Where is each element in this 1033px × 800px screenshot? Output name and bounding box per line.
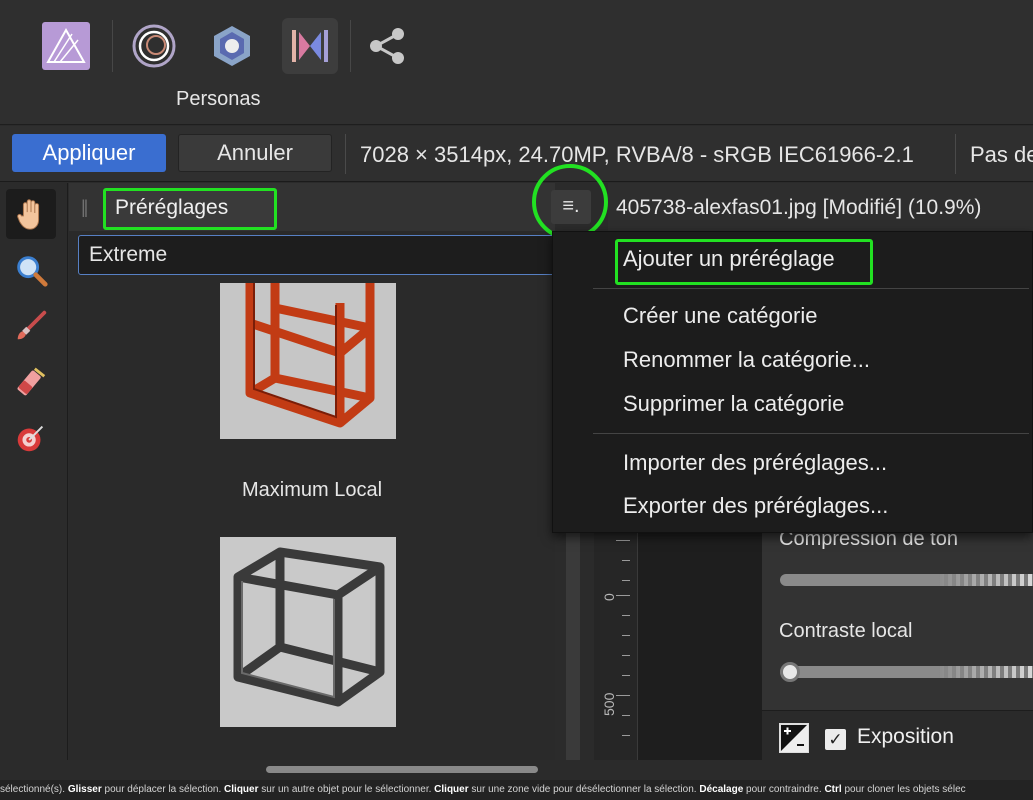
preset-thumbnail-maximum-local[interactable] — [220, 283, 396, 439]
tone-compression-slider[interactable] — [780, 574, 1033, 586]
menu-item-create-category[interactable]: Créer une catégorie — [623, 303, 817, 329]
persona-bar: Personas — [0, 0, 1033, 125]
tone-mapping-persona-icon[interactable] — [282, 18, 338, 74]
category-dropdown[interactable]: Extreme — [78, 235, 568, 275]
exposure-row: ✓ Exposition — [762, 710, 1033, 760]
canvas-area[interactable] — [638, 520, 762, 760]
develop-persona-icon[interactable] — [204, 18, 260, 74]
target-tool-icon[interactable] — [6, 413, 56, 463]
tab-highlight-outline — [103, 188, 277, 230]
preset-label: Maximum Local — [241, 479, 383, 501]
exposure-label: Exposition — [857, 725, 954, 748]
apply-button[interactable]: Appliquer — [12, 134, 166, 172]
local-contrast-label: Contraste local — [779, 620, 913, 642]
panel-header: || Préréglages — [69, 183, 555, 231]
status-bar: sélectionné(s). Glisser pour déplacer la… — [0, 780, 1033, 800]
ruler-label-500: 500 — [601, 692, 617, 716]
menu-item-add-preset[interactable]: Ajouter un préréglage — [623, 246, 835, 272]
presets-panel: || Préréglages Maximum Local Extreme — [69, 183, 568, 760]
liquify-persona-icon[interactable] — [126, 18, 182, 74]
cancel-button[interactable]: Annuler — [178, 134, 332, 172]
photo-persona-icon[interactable] — [38, 18, 94, 74]
tools-panel — [0, 183, 68, 760]
exposure-icon — [779, 723, 809, 753]
horizontal-scrollbar — [0, 760, 1033, 780]
local-contrast-slider[interactable] — [780, 666, 1033, 678]
zoom-tool-icon[interactable] — [6, 245, 56, 295]
personas-label: Personas — [176, 88, 261, 110]
horizontal-scrollbar-thumb[interactable] — [266, 766, 538, 773]
exposure-checkbox[interactable]: ✓ — [825, 729, 846, 750]
share-export-persona-icon[interactable] — [360, 18, 416, 74]
context-toolbar: Appliquer Annuler 7028 × 3514px, 24.70MP… — [0, 126, 1033, 182]
eraser-tool-icon[interactable] — [6, 357, 56, 407]
menu-item-delete-category[interactable]: Supprimer la catégorie — [623, 391, 844, 417]
ruler-label-0: 0 — [601, 593, 617, 601]
hand-tool-icon[interactable] — [6, 189, 56, 239]
document-title: 405738-alexfas01.jpg [Modifié] (10.9%) — [616, 196, 982, 219]
brush-tool-icon[interactable] — [6, 301, 56, 351]
preset-thumbnail-gray-cube[interactable] — [220, 537, 396, 727]
trailing-toolbar-text: Pas de — [970, 142, 1033, 167]
vertical-ruler: 0 500 — [594, 520, 638, 760]
menu-item-import-presets[interactable]: Importer des préréglages... — [623, 450, 887, 476]
panel-grip-icon[interactable]: || — [81, 197, 89, 218]
image-info-text: 7028 × 3514px, 24.70MP, RVBA/8 - sRGB IE… — [360, 142, 914, 167]
menu-item-rename-category[interactable]: Renommer la catégorie... — [623, 347, 870, 373]
presets-dropdown-menu: Ajouter un préréglage Créer une catégori… — [552, 231, 1033, 533]
menu-button-highlight-circle — [532, 164, 608, 240]
panel-scrollbar[interactable] — [566, 520, 580, 760]
tone-map-adjustments-panel: Compression de ton Contraste local ✓ Exp… — [762, 520, 1033, 760]
menu-item-export-presets[interactable]: Exporter des préréglages... — [623, 493, 888, 519]
local-contrast-slider-thumb[interactable] — [780, 662, 800, 682]
